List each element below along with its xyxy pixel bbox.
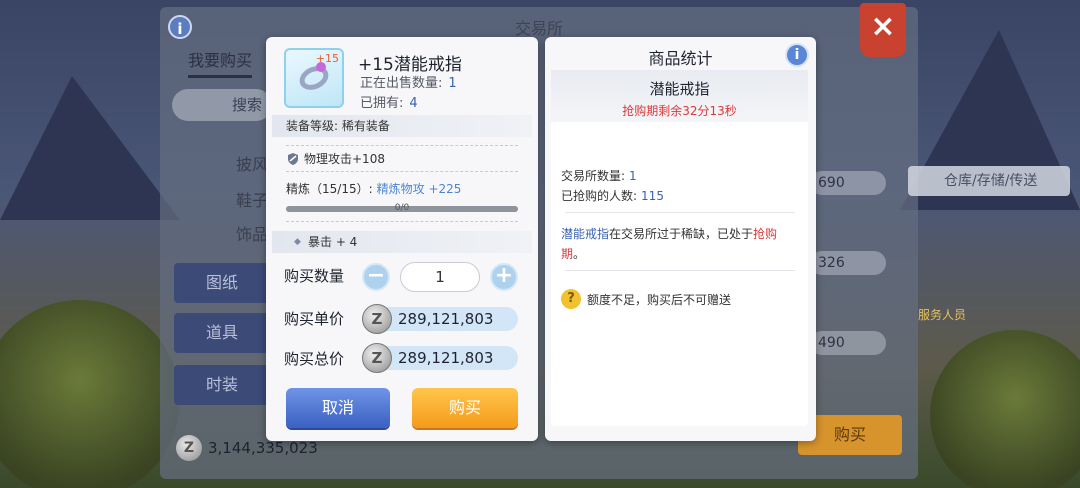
zeny-coin-icon: Z: [362, 343, 392, 373]
quota-warning: ? 额度不足，购买后不可赠送: [561, 289, 731, 309]
ring-icon: [295, 61, 333, 95]
list-price: 326: [810, 251, 886, 275]
refine-stat: 精炼（15/15）: 精炼物攻 +225: [286, 180, 461, 197]
attack-stat: 物理攻击+108: [286, 150, 385, 167]
owned-count: 已拥有: 4: [360, 92, 418, 111]
crit-stat: ◆ 暴击 + 4: [272, 231, 532, 253]
question-icon: ?: [561, 289, 581, 309]
item-attributes: 装备等级: 稀有装备 物理攻击+108 精炼（15/15）: 精炼物攻 +225…: [272, 115, 532, 249]
owned-label: 已拥有:: [360, 96, 404, 111]
crit-value: 暴击 + 4: [308, 235, 358, 249]
ring-item-icon: +15: [284, 48, 344, 108]
equip-level: 装备等级: 稀有装备: [272, 115, 532, 137]
category-item[interactable]: 鞋子: [236, 187, 268, 211]
tree: [930, 330, 1080, 488]
search-input[interactable]: 搜索: [172, 89, 272, 121]
on-sale-label: 正在出售数量:: [360, 76, 443, 91]
diamond-icon: ◆: [294, 237, 301, 247]
refine-badge: +15: [315, 52, 339, 65]
stats-panel: 商品统计 i 潜能戒指 抢购期剩余32分13秒 交易所数量: 1 已抢购的人数: 1…: [545, 37, 816, 441]
zeny-coin-icon: Z: [362, 304, 392, 334]
close-icon[interactable]: ×: [860, 3, 906, 57]
category-item[interactable]: 饰品: [236, 221, 268, 245]
exchange-title: 交易所: [514, 19, 563, 38]
attack-value: 物理攻击+108: [304, 152, 385, 166]
stats-header: 潜能戒指 抢购期剩余32分13秒: [551, 70, 808, 122]
exchange-count-label: 交易所数量:: [561, 169, 626, 183]
refine-label: 精炼（15/15）:: [286, 182, 373, 196]
exchange-count: 交易所数量: 1: [561, 167, 637, 184]
sidebar-item-items[interactable]: 道具: [174, 313, 270, 353]
flash-sale-timer: 抢购期剩余32分13秒: [622, 104, 737, 118]
zeny-coin-icon: Z: [176, 435, 202, 461]
stats-item-name: 潜能戒指: [649, 80, 710, 98]
buyers-count: 已抢购的人数: 115: [561, 187, 664, 204]
tab-buy[interactable]: 我要购买: [188, 47, 253, 78]
divider: [286, 171, 518, 172]
on-sale-value: 1: [448, 76, 457, 91]
plus-button[interactable]: +: [490, 263, 518, 291]
stats-body: 潜能戒指 抢购期剩余32分13秒 交易所数量: 1 已抢购的人数: 115 潜能戒指…: [551, 70, 808, 426]
divider: [286, 221, 518, 222]
shield-icon: [288, 152, 298, 165]
refine-progress-text: 0/0: [394, 203, 410, 213]
cancel-button[interactable]: 取消: [286, 388, 390, 428]
stats-title: 商品统计: [648, 49, 713, 68]
refine-bonus: 精炼物攻 +225: [376, 182, 462, 196]
money-value: 3,144,335,023: [208, 439, 318, 457]
divider: [286, 145, 518, 146]
refine-progress-bar: 0/0: [286, 203, 518, 213]
divider: [565, 212, 795, 213]
quantity-input[interactable]: 1: [400, 262, 480, 292]
warning-text: 额度不足，购买后不可赠送: [587, 292, 732, 307]
divider: [565, 270, 795, 271]
mountain: [0, 76, 180, 220]
list-price: 690: [810, 171, 886, 195]
total-price-label: 购买总价: [284, 350, 345, 368]
desc-end: 。: [573, 247, 586, 261]
sidebar-item-fashion[interactable]: 时装: [174, 365, 270, 405]
npc-label: 服务人员: [918, 308, 967, 322]
buyers-label: 已抢购的人数:: [561, 189, 638, 203]
warehouse-button[interactable]: 仓库/存储/传送: [908, 166, 1070, 196]
minus-button[interactable]: −: [362, 263, 390, 291]
desc-item: 潜能戒指: [561, 227, 610, 241]
unit-price-label: 购买单价: [284, 310, 345, 328]
qty-label: 购买数量: [284, 267, 345, 285]
desc-middle: 在交易所过于稀缺，已处于: [609, 227, 754, 241]
tree: [0, 300, 180, 488]
exchange-count-value: 1: [629, 169, 637, 183]
owned-value: 4: [409, 96, 418, 111]
buy-dialog: +15 +15潜能戒指 正在出售数量: 1 已拥有: 4 装备等级: 稀有装备 物理…: [266, 37, 538, 441]
sidebar-item-blueprint[interactable]: 图纸: [174, 263, 270, 303]
scarcity-note: 潜能戒指在交易所过于稀缺，已处于抢购期。: [561, 224, 801, 264]
buyers-value: 115: [641, 189, 664, 203]
info-icon[interactable]: i: [785, 43, 809, 67]
list-price: 490: [810, 331, 886, 355]
category-item[interactable]: 披风: [236, 151, 268, 175]
on-sale-count: 正在出售数量: 1: [360, 72, 457, 91]
buy-button[interactable]: 购买: [412, 388, 518, 428]
